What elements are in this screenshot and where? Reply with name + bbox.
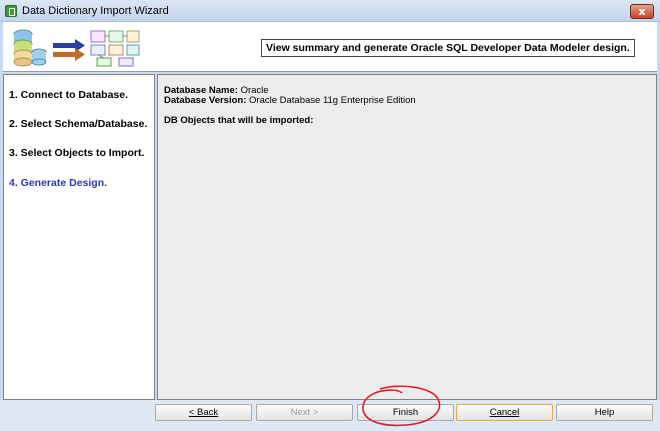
step-select-schema: 2. Select Schema/Database. [9, 118, 148, 130]
back-button-label: < Back [188, 407, 219, 418]
cancel-button[interactable]: Cancel [456, 404, 553, 421]
db-version-label: Database Version: [164, 95, 247, 106]
step-select-objects: 3. Select Objects to Import. [9, 147, 145, 159]
page-title: View summary and generate Oracle SQL Dev… [261, 39, 635, 57]
summary-panel: Database Name: Oracle Database Version: … [157, 74, 657, 400]
help-button-label: Help [594, 407, 615, 418]
import-illustration-icon [13, 29, 140, 67]
app-icon [5, 5, 17, 17]
wizard-header: View summary and generate Oracle SQL Dev… [3, 22, 657, 72]
db-version-row: Database Version: Oracle Database 11g En… [164, 95, 416, 106]
help-button[interactable]: Help [556, 404, 653, 421]
db-objects-label: DB Objects that will be imported: [164, 115, 314, 126]
next-button-label: Next > [290, 407, 319, 418]
button-bar: < Back Next > Finish Cancel Help [0, 400, 660, 431]
finish-button-label: Finish [392, 407, 419, 418]
db-objects-row: DB Objects that will be imported: [164, 115, 313, 126]
title-bar: Data Dictionary Import Wizard x [0, 0, 660, 22]
db-version-value: Oracle Database 11g Enterprise Edition [249, 95, 416, 106]
cancel-button-label: Cancel [489, 407, 520, 418]
next-button[interactable]: Next > [256, 404, 353, 421]
step-connect: 1. Connect to Database. [9, 89, 129, 101]
finish-button[interactable]: Finish [357, 404, 454, 421]
back-button[interactable]: < Back [155, 404, 252, 421]
window-title: Data Dictionary Import Wizard [22, 5, 169, 17]
step-generate-design: 4. Generate Design. [9, 177, 108, 189]
close-button[interactable]: x [630, 4, 654, 19]
wizard-steps-panel: 1. Connect to Database. 2. Select Schema… [3, 74, 155, 400]
